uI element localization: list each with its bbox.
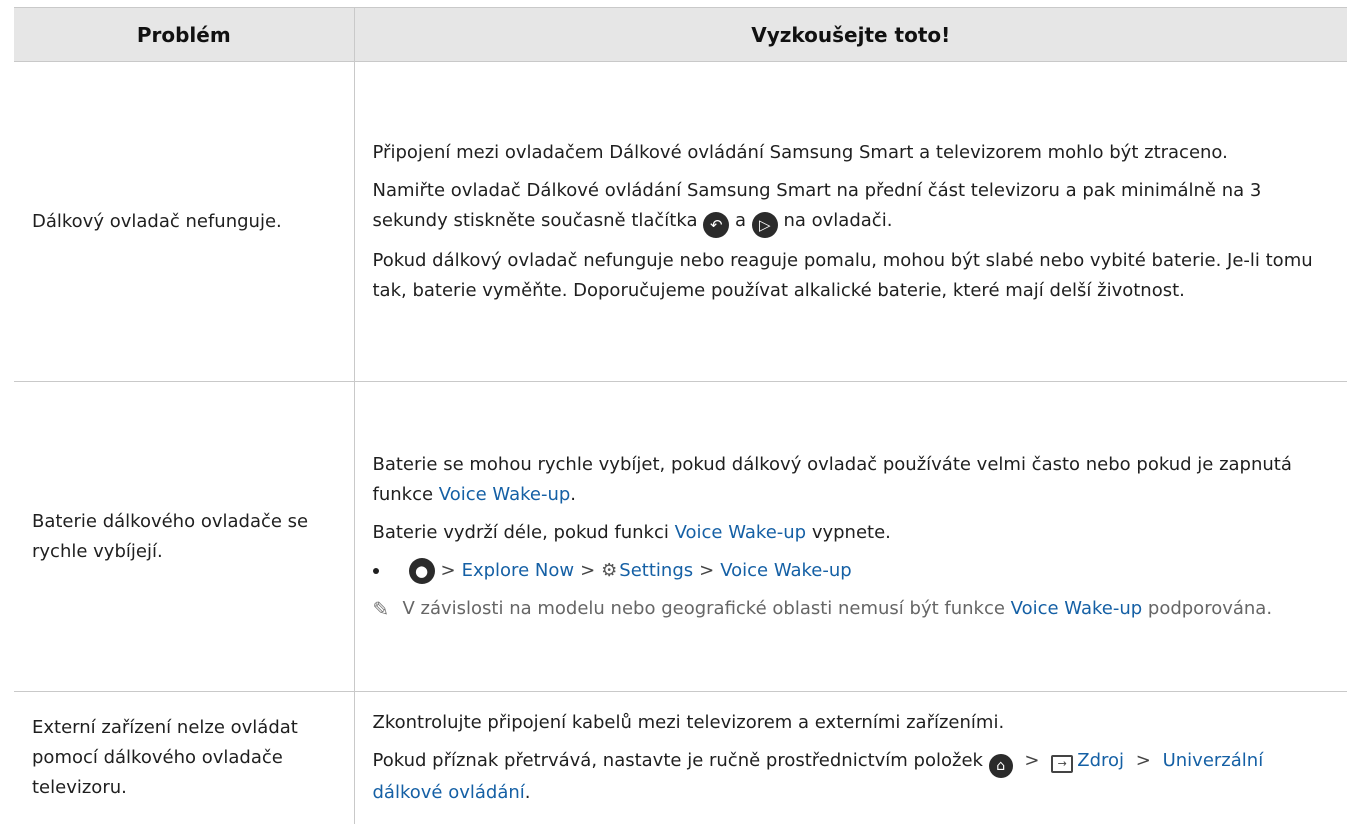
table-row: Dálkový ovladač nefunguje. Připojení mez… bbox=[14, 61, 1347, 382]
explore-now-link[interactable]: Explore Now bbox=[462, 556, 574, 586]
voice-wakeup-link[interactable]: Voice Wake-up bbox=[1011, 598, 1142, 619]
menu-path: ● > Explore Now > ⚙ Settings > Voice Wak… bbox=[372, 556, 1330, 586]
source-link[interactable]: Zdroj bbox=[1077, 750, 1124, 771]
solution-cell: Baterie se mohou rychle vybíjet, pokud d… bbox=[353, 381, 1347, 692]
bullet-point bbox=[372, 567, 379, 574]
source-icon: → bbox=[1051, 754, 1074, 773]
paragraph-text: . bbox=[524, 781, 531, 803]
header-solution: Vyzkoušejte toto! bbox=[353, 7, 1347, 62]
chevron-right-icon: > bbox=[1135, 749, 1151, 771]
solution-paragraph: Pokud dálkový ovladač nefunguje nebo rea… bbox=[372, 249, 1313, 301]
chevron-right-icon: > bbox=[1024, 749, 1040, 771]
home-icon: ⌂ bbox=[988, 753, 1013, 778]
paragraph-text: na ovladači. bbox=[783, 209, 893, 231]
table-row: Externí zařízení nelze ovládat pomocí dá… bbox=[14, 691, 1347, 824]
problem-cell: Baterie dálkového ovladače se rychle vyb… bbox=[14, 381, 354, 692]
note-text-part: podporována. bbox=[1147, 597, 1273, 619]
voice-wakeup-link[interactable]: Voice Wake-up bbox=[720, 556, 851, 586]
settings-link[interactable]: Settings bbox=[619, 556, 693, 586]
note-text: V závislosti na modelu nebo geografické … bbox=[403, 594, 1273, 624]
problem-cell: Externí zařízení nelze ovládat pomocí dá… bbox=[32, 716, 298, 798]
chevron-right-icon: > bbox=[699, 559, 715, 581]
microphone-icon: ● bbox=[408, 557, 435, 584]
solution-paragraph: Zkontrolujte připojení kabelů mezi telev… bbox=[372, 711, 1005, 733]
chevron-right-icon: > bbox=[580, 559, 596, 581]
voice-wakeup-link[interactable]: Voice Wake-up bbox=[439, 484, 570, 505]
solution-paragraph: Baterie vydrží déle, pokud funkci Voice … bbox=[373, 518, 1330, 548]
voice-wakeup-link[interactable]: Voice Wake-up bbox=[675, 522, 806, 543]
chevron-right-icon: > bbox=[440, 559, 456, 581]
solution-paragraph: Připojení mezi ovladačem Dálkové ovládán… bbox=[372, 141, 1228, 163]
troubleshooting-table: Problém Vyzkoušejte toto! Dálkový ovlada… bbox=[14, 7, 1347, 824]
table-header-row: Problém Vyzkoušejte toto! bbox=[14, 7, 1347, 62]
paragraph-text: Baterie vydrží déle, pokud funkci bbox=[372, 521, 669, 543]
paragraph-text: . bbox=[570, 483, 577, 505]
play-pause-icon: ▷ bbox=[751, 211, 778, 238]
solution-cell: Připojení mezi ovladačem Dálkové ovládán… bbox=[353, 61, 1347, 382]
note-text-part: V závislosti na modelu nebo geografické … bbox=[402, 597, 1005, 619]
paragraph-text: a bbox=[734, 209, 747, 231]
solution-cell: Zkontrolujte připojení kabelů mezi telev… bbox=[353, 691, 1347, 824]
gear-icon: ⚙ bbox=[601, 559, 618, 581]
solution-paragraph: Namiřte ovladač Dálkové ovládání Samsung… bbox=[373, 176, 1330, 238]
back-icon: ↶ bbox=[703, 211, 730, 238]
solution-paragraph: Baterie se mohou rychle vybíjet, pokud d… bbox=[373, 450, 1330, 510]
problem-cell: Dálkový ovladač nefunguje. bbox=[14, 61, 354, 382]
paragraph-text: Pokud příznak přetrvává, nastavte je ruč… bbox=[372, 749, 983, 771]
paragraph-text: vypnete. bbox=[811, 521, 891, 543]
pencil-icon: ✎ bbox=[372, 596, 390, 621]
note: ✎ V závislosti na modelu nebo geografick… bbox=[373, 594, 1330, 624]
header-problem: Problém bbox=[14, 7, 354, 62]
solution-paragraph: Pokud příznak přetrvává, nastavte je ruč… bbox=[373, 746, 1330, 808]
table-row: Baterie dálkového ovladače se rychle vyb… bbox=[14, 381, 1347, 692]
